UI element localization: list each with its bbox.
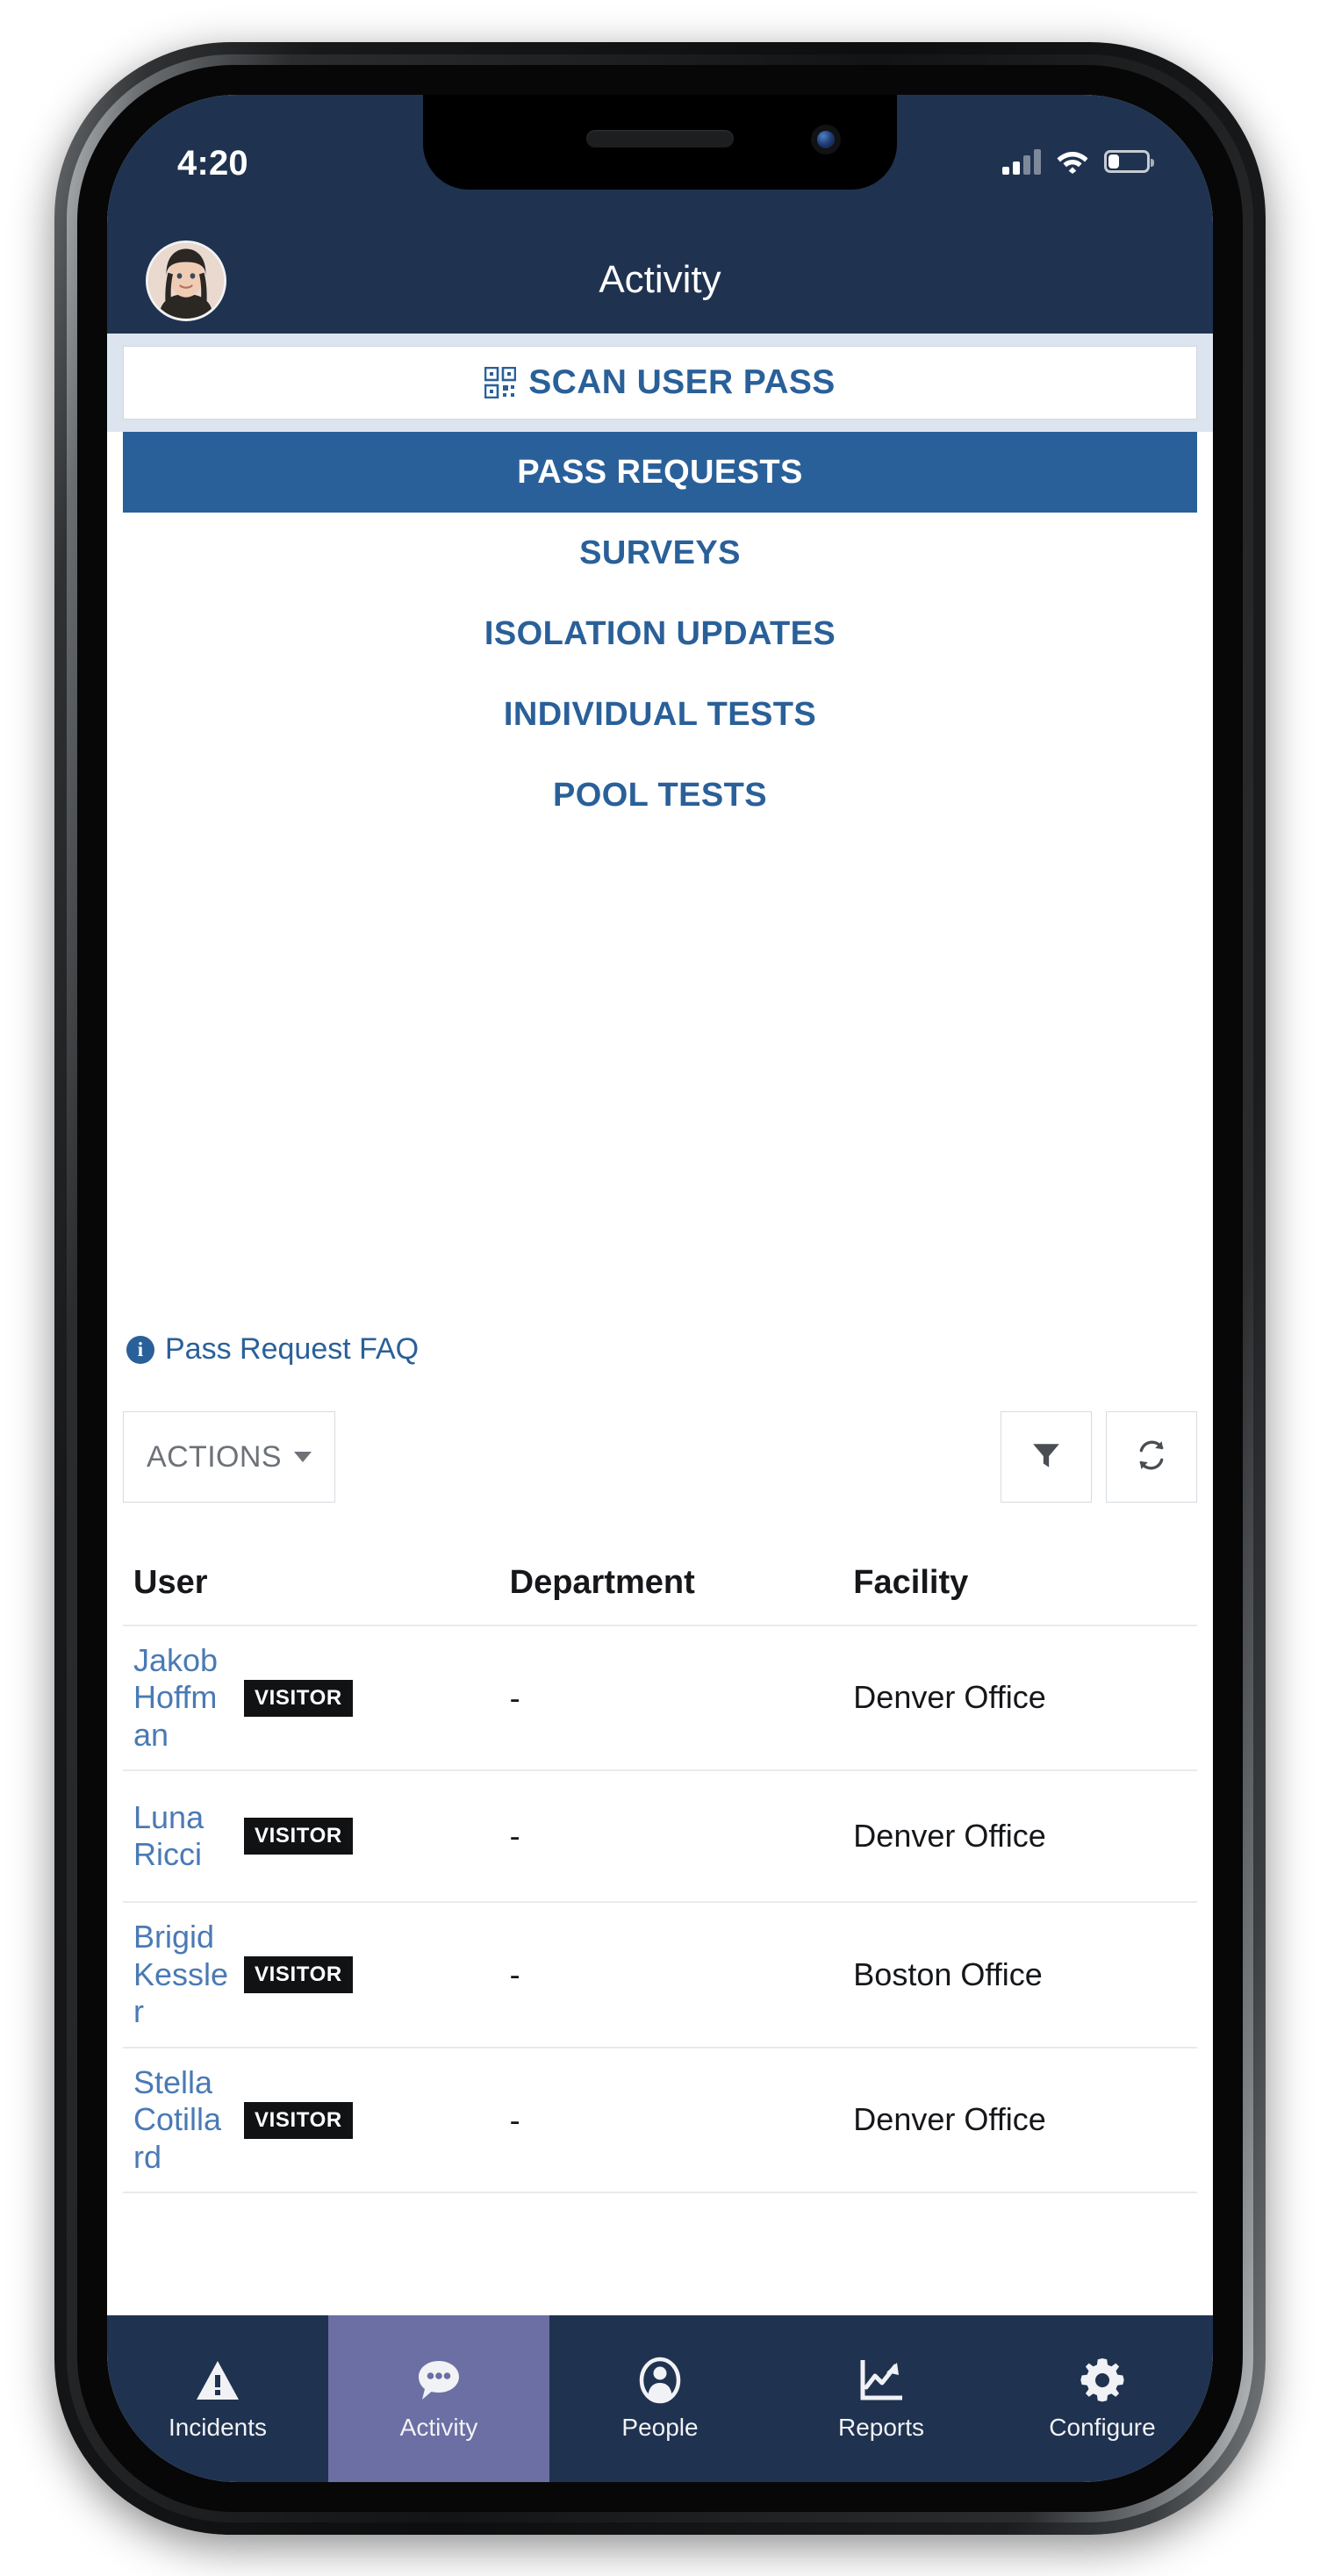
nav-label: People bbox=[621, 2414, 699, 2441]
cell-facility: Denver Office bbox=[853, 2101, 1046, 2138]
status-badge: VISITOR bbox=[244, 1956, 353, 1994]
user-link[interactable]: Jakob Hoffman bbox=[133, 1642, 232, 1754]
cell-department: - bbox=[509, 1818, 520, 1855]
nav-item-people[interactable]: People bbox=[549, 2315, 771, 2482]
cell-user: Brigid Kessler VISITOR bbox=[123, 1919, 510, 2030]
scan-user-pass-label: SCAN USER PASS bbox=[528, 363, 836, 401]
actions-dropdown-button[interactable]: ACTIONS bbox=[123, 1411, 335, 1503]
cell-department: - bbox=[509, 2101, 520, 2138]
cell-department: - bbox=[509, 1679, 520, 1716]
column-header-facility: Facility bbox=[853, 1564, 969, 1601]
person-icon bbox=[635, 2356, 685, 2405]
nav-label: Configure bbox=[1049, 2414, 1156, 2441]
filter-button[interactable] bbox=[1001, 1411, 1092, 1503]
page-title: Activity bbox=[599, 258, 721, 301]
info-icon: i bbox=[126, 1335, 154, 1364]
pass-request-faq-label: Pass Request FAQ bbox=[165, 1332, 420, 1366]
cell-facility: Denver Office bbox=[853, 1818, 1046, 1855]
phone-bezel-mid: 4:20 Activity SCAN USER PASS PASS REQUES… bbox=[67, 54, 1253, 2522]
chevron-down-icon bbox=[293, 1452, 312, 1462]
nav-item-configure[interactable]: Configure bbox=[992, 2315, 1213, 2482]
refresh-button[interactable] bbox=[1106, 1411, 1197, 1503]
phone-bezel-inner: 4:20 Activity SCAN USER PASS PASS REQUES… bbox=[77, 65, 1243, 2512]
table-row[interactable]: Brigid Kessler VISITOR - Boston Office bbox=[123, 1903, 1197, 2049]
qr-code-icon bbox=[484, 367, 517, 398]
status-icons bbox=[1002, 144, 1154, 179]
column-header-department: Department bbox=[509, 1564, 695, 1601]
cell-facility: Boston Office bbox=[853, 1955, 1043, 1992]
status-clock: 4:20 bbox=[177, 144, 248, 183]
pass-request-faq-link[interactable]: i Pass Request FAQ bbox=[126, 1332, 419, 1367]
nav-item-reports[interactable]: Reports bbox=[771, 2315, 992, 2482]
earpiece-speaker bbox=[586, 130, 734, 147]
cellular-signal-icon bbox=[1002, 148, 1041, 175]
tab-individual-tests[interactable]: INDIVIDUAL TESTS bbox=[123, 674, 1197, 755]
battery-icon bbox=[1104, 150, 1154, 173]
nav-label: Activity bbox=[399, 2414, 478, 2441]
phone-notch bbox=[423, 95, 897, 190]
wifi-icon bbox=[1056, 149, 1089, 174]
front-camera-icon bbox=[811, 125, 841, 154]
avatar[interactable] bbox=[146, 240, 226, 321]
tab-pool-tests[interactable]: POOL TESTS bbox=[123, 755, 1197, 836]
user-link[interactable]: Luna Ricci bbox=[133, 1799, 232, 1874]
tab-pass-requests[interactable]: PASS REQUESTS bbox=[123, 432, 1197, 513]
table-header-row: User Department Facility bbox=[123, 1552, 1197, 1626]
filter-funnel-icon bbox=[1030, 1439, 1062, 1475]
refresh-icon bbox=[1136, 1439, 1167, 1475]
column-header-user: User bbox=[133, 1564, 208, 1601]
nav-item-activity[interactable]: Activity bbox=[328, 2315, 549, 2482]
status-badge: VISITOR bbox=[244, 2101, 353, 2139]
table-row[interactable]: Stella Cotillard VISITOR - Denver Office bbox=[123, 2049, 1197, 2194]
nav-label: Incidents bbox=[168, 2414, 268, 2441]
scan-bar: SCAN USER PASS bbox=[107, 334, 1213, 432]
tab-isolation-updates[interactable]: ISOLATION UPDATES bbox=[123, 593, 1197, 674]
table-row[interactable]: Luna Ricci VISITOR - Denver Office bbox=[123, 1771, 1197, 1904]
tab-surveys[interactable]: SURVEYS bbox=[123, 513, 1197, 593]
scan-user-pass-button[interactable]: SCAN USER PASS bbox=[123, 346, 1197, 420]
activity-tab-list: PASS REQUESTS SURVEYS ISOLATION UPDATES … bbox=[107, 432, 1213, 836]
chart-line-icon bbox=[857, 2356, 906, 2405]
status-badge: VISITOR bbox=[244, 1679, 353, 1717]
pass-requests-table: User Department Facility Jakob Hoffman V… bbox=[123, 1552, 1197, 2194]
nav-label: Reports bbox=[837, 2414, 925, 2441]
bottom-navigation: Incidents Activity People Reports Config… bbox=[107, 2315, 1213, 2482]
table-row[interactable]: Jakob Hoffman VISITOR - Denver Office bbox=[123, 1626, 1197, 1772]
phone-frame: 4:20 Activity SCAN USER PASS PASS REQUES… bbox=[54, 42, 1266, 2535]
cell-department: - bbox=[509, 1956, 520, 1993]
user-link[interactable]: Brigid Kessler bbox=[133, 1919, 232, 2030]
gear-icon bbox=[1078, 2356, 1127, 2405]
actions-dropdown-label: ACTIONS bbox=[147, 1439, 282, 1474]
cell-facility: Denver Office bbox=[853, 1679, 1046, 1716]
user-link[interactable]: Stella Cotillard bbox=[133, 2064, 232, 2176]
screenshot-stage: 4:20 Activity SCAN USER PASS PASS REQUES… bbox=[0, 0, 1320, 2576]
cell-user: Stella Cotillard VISITOR bbox=[123, 2064, 510, 2176]
app-header: Activity bbox=[107, 226, 1213, 334]
warning-triangle-icon bbox=[193, 2356, 242, 2405]
phone-screen: 4:20 Activity SCAN USER PASS PASS REQUES… bbox=[107, 95, 1213, 2482]
status-badge: VISITOR bbox=[244, 1818, 353, 1855]
cell-user: Luna Ricci VISITOR bbox=[123, 1799, 510, 1874]
chat-bubble-icon bbox=[414, 2356, 463, 2405]
nav-item-incidents[interactable]: Incidents bbox=[107, 2315, 328, 2482]
table-toolbar: ACTIONS bbox=[123, 1411, 1197, 1503]
cell-user: Jakob Hoffman VISITOR bbox=[123, 1642, 510, 1754]
